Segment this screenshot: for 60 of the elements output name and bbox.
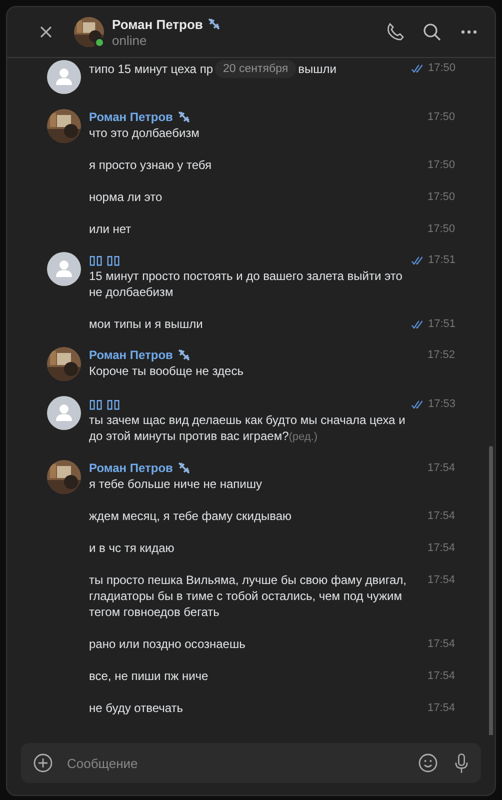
message-time: 17:54 bbox=[427, 702, 455, 714]
message-text: вышли bbox=[298, 61, 336, 77]
message-text: ты зачем щас вид делаешь как будто мы сначала цеха и до этой минуты против вас играем?(ред.) bbox=[89, 412, 406, 445]
add-icon[interactable] bbox=[33, 753, 53, 773]
date-badge: 20 сентября bbox=[215, 60, 296, 78]
message-text: ты просто пешка Вильяма, лучше бы свою фаму двигал, гладиаторы бы в тиме с тобой остались, чем под чужим тегом говноедов бегать bbox=[89, 572, 408, 620]
message-text: типо 15 минут цеха пр bbox=[89, 61, 213, 77]
avatar-placeholder-icon bbox=[47, 252, 81, 286]
message-time: 17:50 bbox=[428, 62, 456, 74]
message-text: Короче ты вообще не здесь bbox=[89, 363, 244, 379]
author-name[interactable]: Роман Петров bbox=[89, 461, 173, 475]
message-text: мои типы и я вышли bbox=[89, 316, 204, 332]
message-field[interactable]: Сообщение bbox=[65, 754, 406, 772]
phone-icon[interactable] bbox=[385, 22, 405, 42]
avatar-placeholder-icon bbox=[47, 60, 81, 94]
author-name[interactable]: Роман Петров bbox=[89, 110, 173, 124]
message-time: 17:54 bbox=[427, 638, 455, 650]
message-time: 17:50 bbox=[427, 191, 455, 203]
emoji-icon[interactable] bbox=[418, 753, 438, 773]
close-icon[interactable] bbox=[38, 24, 54, 40]
scrollbar[interactable] bbox=[489, 446, 493, 735]
message-text: и в чс тя кидаю bbox=[89, 540, 176, 556]
avatar-placeholder-icon bbox=[47, 396, 81, 430]
message-time: 17:54 bbox=[427, 670, 455, 682]
airplane-icon bbox=[178, 111, 190, 123]
message-text: я просто узнаю у тебя bbox=[89, 157, 213, 173]
message-time: 17:53 bbox=[428, 398, 456, 410]
message-time: 17:54 bbox=[427, 542, 455, 554]
message-text: что это долбаебизм bbox=[89, 125, 200, 141]
message-text: рано или поздно осознаешь bbox=[89, 636, 246, 652]
edited-label: (ред.) bbox=[288, 431, 318, 443]
message-text: норма ли это bbox=[89, 189, 164, 205]
search-icon[interactable] bbox=[422, 22, 442, 42]
airplane-icon bbox=[208, 18, 220, 30]
message-time: 17:54 bbox=[427, 574, 455, 586]
message-time: 17:51 bbox=[428, 254, 456, 266]
message-composer[interactable]: Сообщение bbox=[21, 743, 481, 783]
contact-status: online bbox=[112, 32, 148, 48]
contact-name: Роман Петров bbox=[112, 16, 203, 32]
message-text: ждем месяц, я тебе фаму скидываю bbox=[89, 508, 292, 524]
message-time: 17:50 bbox=[427, 111, 455, 123]
avatar[interactable] bbox=[74, 17, 104, 47]
author-name[interactable]: ▯▯ ▯▯ bbox=[89, 397, 120, 411]
message-text: не буду отвечать bbox=[89, 700, 184, 716]
message-text: или нет bbox=[89, 221, 132, 237]
airplane-icon bbox=[178, 462, 190, 474]
message-text: все, не пиши пж ниче bbox=[89, 668, 210, 684]
microphone-icon[interactable] bbox=[454, 752, 469, 774]
author-name[interactable]: ▯▯ ▯▯ bbox=[89, 253, 120, 267]
author-name[interactable]: Роман Петров bbox=[89, 348, 173, 362]
message-time: 17:50 bbox=[427, 159, 455, 171]
message-time: 17:50 bbox=[427, 223, 455, 235]
message-text: я тебе больше ниче не напишу bbox=[89, 476, 264, 492]
message-time: 17:54 bbox=[427, 462, 455, 474]
airplane-icon bbox=[178, 349, 190, 361]
message-time: 17:54 bbox=[427, 510, 455, 522]
message-text: 15 минут просто постоять и до вашего залета выйти это не долбаебизм bbox=[89, 268, 404, 300]
message-time: 17:51 bbox=[428, 318, 456, 330]
message-time: 17:52 bbox=[427, 349, 455, 361]
more-icon[interactable] bbox=[459, 29, 479, 35]
